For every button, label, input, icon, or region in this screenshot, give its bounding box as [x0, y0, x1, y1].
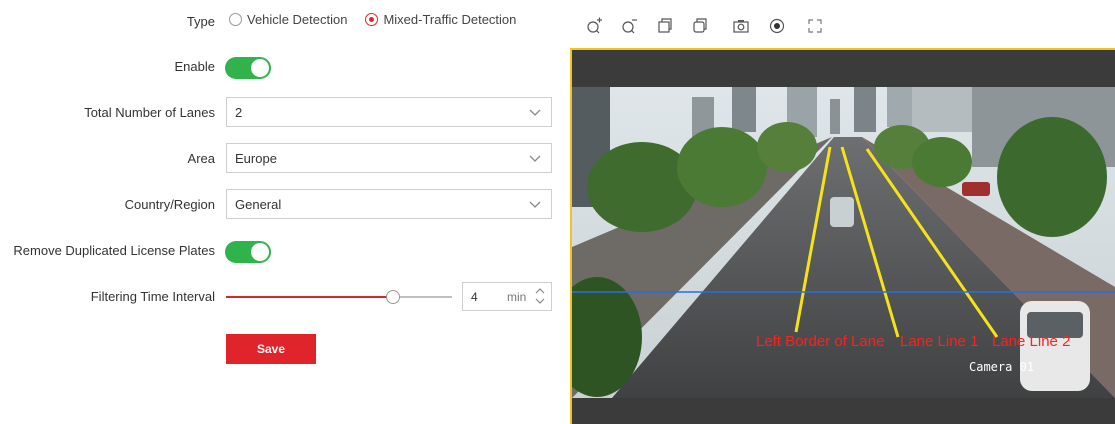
country-select[interactable]: General	[226, 189, 552, 219]
lanes-select[interactable]: 2	[226, 97, 552, 127]
camera-name-label: Camera 01	[969, 360, 1035, 374]
street-scene-image	[572, 87, 1115, 398]
lanes-value: 2	[235, 105, 243, 120]
view-toolbar	[570, 0, 1115, 48]
zoom-in-icon[interactable]	[586, 17, 604, 35]
dup-plates-toggle[interactable]	[225, 241, 271, 263]
filter-value: 4	[471, 290, 478, 304]
filter-slider[interactable]	[226, 287, 452, 307]
save-button[interactable]: Save	[226, 334, 316, 364]
lane-label-line-2: Lane Line 2	[992, 333, 1071, 350]
camera-icon[interactable]	[732, 17, 750, 35]
area-label: Area	[187, 151, 215, 166]
filter-stepper[interactable]: 4 min	[462, 282, 552, 311]
lane-label-left-border: Left Border of Lane	[756, 333, 885, 350]
type-radio-group: Vehicle Detection Mixed-Traffic Detectio…	[229, 12, 534, 27]
chevron-down-icon	[529, 109, 541, 116]
area-value: Europe	[235, 151, 277, 166]
lanes-label: Total Number of Lanes	[84, 105, 215, 120]
enable-label: Enable	[174, 59, 215, 74]
zoom-out-icon[interactable]	[621, 17, 639, 35]
mixed-traffic-option[interactable]: Mixed-Traffic Detection	[365, 12, 516, 27]
area-select[interactable]: Europe	[226, 143, 552, 173]
toggle-knob	[251, 243, 269, 261]
chevron-down-icon	[529, 155, 541, 162]
slider-thumb[interactable]	[386, 290, 401, 304]
toggle-knob	[251, 59, 269, 77]
camera-feed[interactable]: Left Border of Lane Lane Line 1 Lane Lin…	[572, 87, 1115, 398]
dup-plates-label: Remove Duplicated License Plates	[13, 243, 215, 258]
mixed-traffic-label: Mixed-Traffic Detection	[383, 12, 517, 27]
mixed-traffic-radio[interactable]	[365, 13, 379, 26]
vehicle-detection-label: Vehicle Detection	[247, 12, 348, 27]
fullscreen-icon[interactable]	[806, 17, 824, 35]
country-value: General	[235, 197, 282, 212]
filter-label: Filtering Time Interval	[90, 289, 215, 304]
live-view: Left Border of Lane Lane Line 1 Lane Lin…	[570, 0, 1115, 424]
filter-unit: min	[507, 290, 527, 304]
country-label: Country/Region	[124, 197, 215, 212]
record-icon[interactable]	[768, 17, 786, 35]
lane-label-line-1: Lane Line 1	[900, 333, 979, 350]
slider-fill	[226, 296, 394, 298]
stepper-arrows-icon[interactable]	[535, 286, 545, 306]
settings-form: Type Vehicle Detection Mixed-Traffic Det…	[0, 0, 560, 424]
copy-alt-icon[interactable]	[691, 17, 709, 35]
vehicle-detection-radio[interactable]	[229, 13, 242, 26]
enable-toggle[interactable]	[225, 57, 271, 79]
copy-icon[interactable]	[656, 17, 674, 35]
vehicle-detection-option[interactable]: Vehicle Detection	[229, 12, 347, 27]
type-label: Type	[186, 14, 215, 29]
chevron-down-icon	[529, 201, 541, 208]
